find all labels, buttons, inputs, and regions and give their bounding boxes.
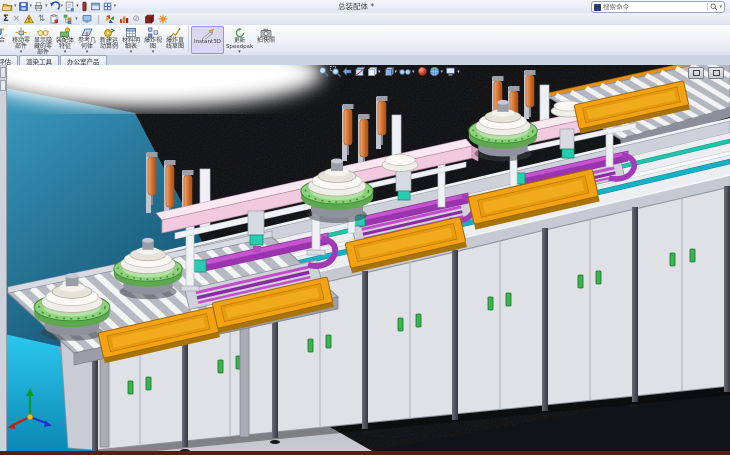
restore-icon: [693, 70, 700, 76]
command-manager-tabs: 评估 渲染工具 办公室产品: [0, 55, 730, 65]
ribbon-button-reference-geometry[interactable]: 参考几何体 ▾: [76, 26, 98, 55]
window-maximize-button[interactable]: [708, 67, 724, 79]
previous-view-icon: [342, 66, 353, 77]
save-button[interactable]: ▾: [18, 1, 33, 13]
ribbon-button-assembly-features[interactable]: 装配体特征 ▾: [54, 26, 76, 55]
scene-globe-icon: [429, 66, 440, 77]
ribbon-button-mate[interactable]: 配合: [0, 26, 10, 44]
paste-clipboard-button[interactable]: [49, 14, 59, 24]
open-folder-icon: [2, 1, 13, 12]
document-icon: [64, 1, 75, 12]
3d-model-view[interactable]: [0, 65, 730, 451]
selection-filter-icon: [80, 1, 89, 12]
section-view-icon: [354, 66, 365, 77]
view-settings-button[interactable]: ▾: [445, 66, 461, 77]
save-icon: [18, 1, 29, 12]
undo-button[interactable]: ▾: [49, 1, 64, 13]
zoom-to-area-icon: [330, 66, 341, 77]
glasses-icon: [399, 66, 411, 77]
delete-x-button[interactable]: ×: [13, 14, 20, 24]
section-view-button[interactable]: [354, 66, 365, 77]
burst-icon: [158, 14, 168, 24]
monitor-button[interactable]: [82, 14, 92, 24]
spare-bowl-2: [382, 155, 418, 172]
display-style-icon: [383, 66, 394, 77]
search-magnifier[interactable]: ▾: [707, 3, 722, 11]
pinwheel-icon: [105, 14, 115, 24]
solidworks-search-icon: [594, 4, 601, 11]
display-style-button[interactable]: ▾: [383, 66, 399, 77]
toolbar-divider: [98, 15, 99, 24]
instant3d-icon: [201, 27, 215, 39]
grid-snap-button[interactable]: ▾: [102, 1, 117, 13]
document-properties-button[interactable]: ▾: [64, 1, 79, 13]
no-entry-button[interactable]: ⊘: [133, 14, 140, 24]
speedpak-icon: [234, 26, 246, 38]
solidworks-window: ▾ ▾ ▾ ▾ ▾ ▾ 总装配体 * ▾: [0, 0, 730, 455]
ribbon-button-new-motion-study[interactable]: 新建运动算例: [98, 26, 120, 50]
tab-office-products[interactable]: 办公室产品: [60, 55, 107, 65]
panel-tab-nub[interactable]: [0, 80, 6, 91]
ribbon-button-exploded-view[interactable]: 爆炸视图 ▾: [142, 26, 164, 55]
print-button[interactable]: ▾: [33, 1, 48, 13]
warning-button[interactable]: [24, 14, 34, 24]
appearance-ball-icon: [417, 66, 428, 77]
bottom-edge-strip: [0, 451, 730, 455]
window-icon: [90, 1, 101, 12]
window-restore-button[interactable]: [688, 67, 704, 79]
view-orientation-icon: [366, 66, 377, 77]
graphics-viewport[interactable]: ▾ ▾ ▾ ▾ ▾: [0, 65, 730, 451]
grid-icon: [102, 1, 113, 12]
warning-triangle-icon: [24, 14, 34, 24]
ribbon-separator: [188, 26, 189, 52]
search-commands-box[interactable]: ▾: [591, 1, 725, 13]
swap-vertical-button[interactable]: ⇅: [38, 14, 45, 24]
view-orientation-button[interactable]: ▾: [366, 66, 382, 77]
red-cube-icon: [144, 14, 154, 24]
design-tree-button[interactable]: ▾: [63, 14, 78, 24]
collapsed-feature-panel-strip[interactable]: [0, 65, 7, 451]
title-bar: ▾ ▾ ▾ ▾ ▾ ▾ 总装配体 * ▾: [0, 0, 730, 14]
equations-button[interactable]: Σ: [3, 14, 9, 24]
selection-filter-button[interactable]: [80, 1, 89, 13]
magnifier-icon: [710, 3, 718, 11]
ribbon-button-instant3d[interactable]: Instant3D: [191, 26, 224, 54]
office-chart-button[interactable]: [119, 14, 129, 24]
previous-view-button[interactable]: [342, 66, 353, 77]
print-icon: [33, 1, 44, 12]
ribbon-button-explode-line-sketch[interactable]: 爆炸直线草图: [164, 26, 186, 50]
maximize-icon: [713, 70, 720, 76]
monitor-icon: [82, 14, 92, 24]
undo-icon: [49, 1, 60, 12]
document-title: 总装配体 *: [338, 1, 374, 12]
hide-show-items-button[interactable]: ▾: [399, 66, 416, 77]
edit-appearance-button[interactable]: [417, 66, 428, 77]
zoom-to-fit-icon: [318, 66, 329, 77]
panel-tab-nub[interactable]: [0, 67, 6, 78]
ribbon-button-bill-of-materials[interactable]: 材料明细表 ▾: [120, 26, 142, 55]
red-cube-button[interactable]: [144, 14, 154, 24]
document-window-buttons: [688, 67, 724, 79]
orange-burst-button[interactable]: [158, 14, 168, 24]
ribbon-button-take-snapshot[interactable]: 拍快照: [255, 26, 277, 44]
apply-scene-button[interactable]: ▾: [429, 66, 445, 77]
zoom-to-fit-button[interactable]: [318, 66, 329, 77]
clipboard-icon: [49, 14, 59, 24]
zoom-to-area-button[interactable]: [330, 66, 341, 77]
view-settings-icon: [445, 66, 456, 77]
tab-render-tools[interactable]: 渲染工具: [19, 55, 59, 65]
search-input[interactable]: [601, 3, 707, 11]
ribbon-button-update-speedpak[interactable]: 更新Speedpak ▾: [224, 26, 255, 55]
tab-evaluate[interactable]: 评估: [0, 55, 18, 65]
command-manager-ribbon: 配合 移动零部件 ▾ 显示隐藏的零部件 装配体特征 ▾ 参考几何体 ▾ 新建运动…: [0, 25, 730, 56]
tree-icon: [63, 14, 74, 24]
chart-icon: [119, 14, 129, 24]
ribbon-button-show-hidden-components[interactable]: 显示隐藏的零部件: [32, 26, 54, 56]
open-button[interactable]: ▾: [2, 1, 17, 13]
pinwheel-button[interactable]: [105, 14, 115, 24]
heads-up-view-toolbar: ▾ ▾ ▾ ▾ ▾: [318, 66, 461, 77]
ribbon-button-move-component[interactable]: 移动零部件 ▾: [10, 26, 32, 55]
window-layout-button[interactable]: [90, 1, 101, 13]
